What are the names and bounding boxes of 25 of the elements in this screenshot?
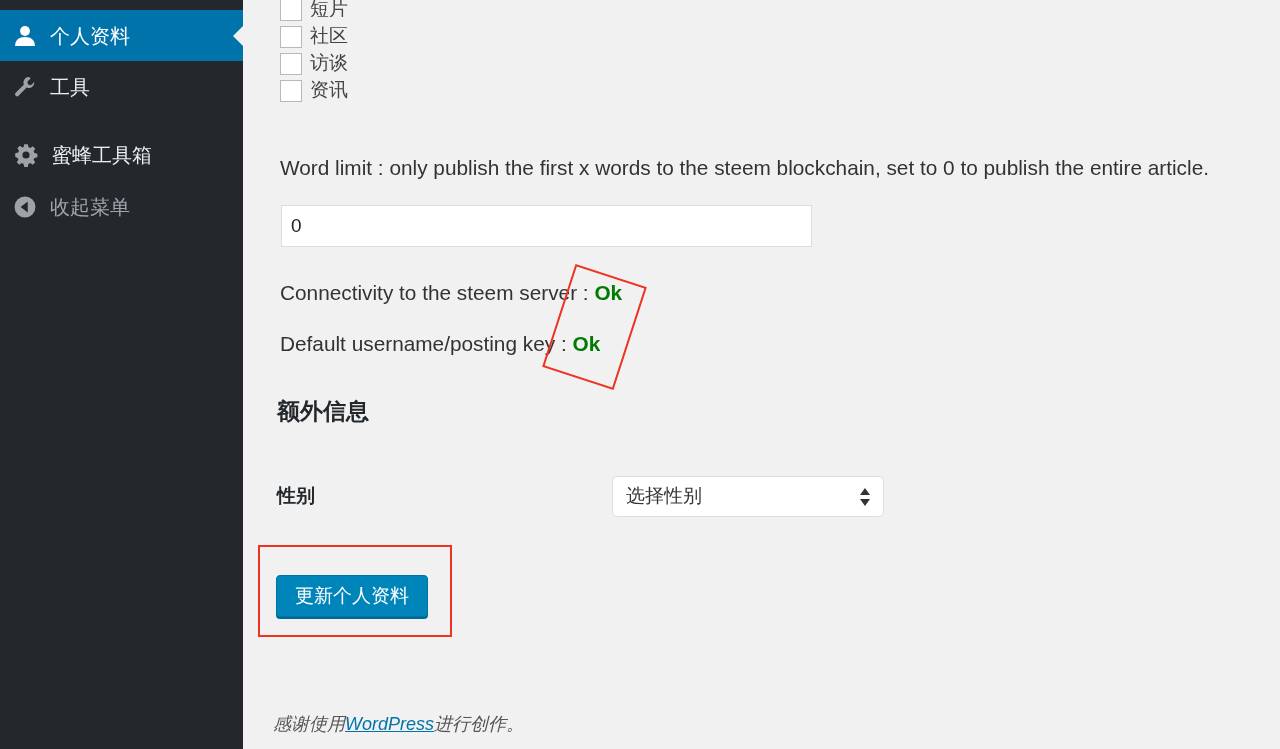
gear-icon: [14, 143, 38, 167]
checkbox-label: 资讯: [310, 78, 348, 103]
field-label: 性别: [277, 484, 316, 509]
checkbox-label: 访谈: [310, 51, 348, 76]
checkbox-label: 短片: [310, 0, 348, 22]
menu-item[interactable]: 蜜蜂工具箱: [0, 129, 243, 181]
word-limit-description: Word limit : only publish the first x words to the steem blockchain, set to 0 to publish the entire article.: [280, 155, 1210, 181]
menu-item[interactable]: 收起菜单: [0, 181, 243, 232]
section-heading: 额外信息: [277, 396, 370, 426]
checkbox-label: 社区: [310, 24, 348, 49]
current-menu-pointer: [233, 25, 243, 46]
person-icon: [14, 24, 36, 47]
checkbox[interactable]: [280, 0, 302, 21]
collapse-icon: [14, 195, 36, 218]
menu-item[interactable]: 个人资料: [0, 10, 243, 61]
sort-icon: [860, 487, 870, 506]
checkbox[interactable]: [280, 79, 302, 102]
update-profile-button[interactable]: 更新个人资料: [276, 575, 428, 618]
word-limit-field[interactable]: 0: [281, 205, 812, 248]
gender-select[interactable]: 选择性别: [612, 476, 884, 518]
checkbox[interactable]: [280, 52, 302, 75]
menu-item[interactable]: 工具: [0, 61, 243, 112]
footer-credit: 感谢使用WordPress进行创作。: [273, 713, 525, 737]
wrench-icon: [14, 75, 36, 98]
checkbox[interactable]: [280, 25, 302, 48]
